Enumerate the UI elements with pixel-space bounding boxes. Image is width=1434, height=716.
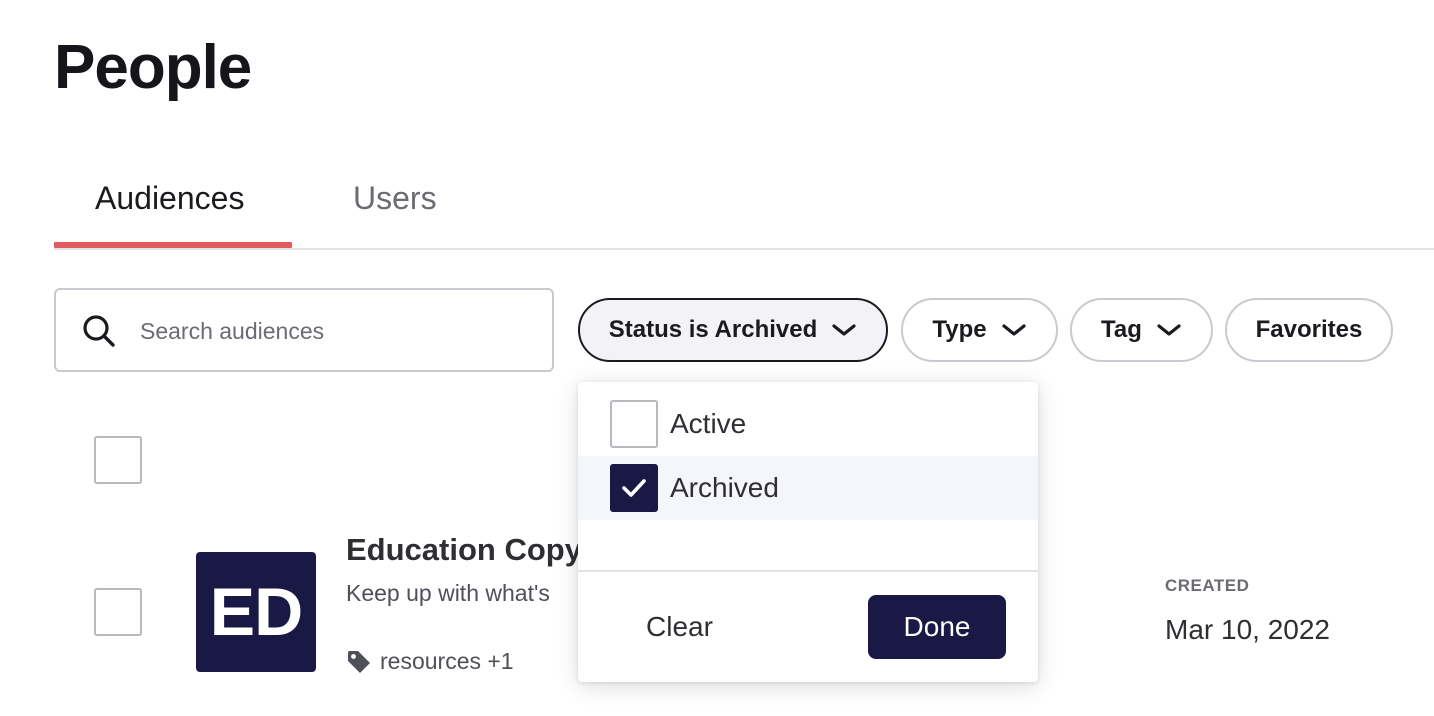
- status-option-label: Archived: [670, 472, 779, 503]
- select-all-checkbox[interactable]: [94, 436, 142, 484]
- tab-bar: Audiences Users: [54, 170, 1434, 250]
- dropdown-divider: [578, 570, 1038, 572]
- checkmark-icon: [622, 479, 646, 497]
- search-input[interactable]: [140, 312, 530, 350]
- type-filter-button[interactable]: Type: [901, 298, 1058, 362]
- status-option-active[interactable]: Active: [578, 392, 1038, 456]
- chevron-down-icon: [1157, 324, 1181, 336]
- search-box[interactable]: [54, 288, 554, 372]
- audience-tags: resources +1: [346, 648, 514, 675]
- audience-avatar: ED: [196, 552, 316, 672]
- favorites-filter-button[interactable]: Favorites: [1225, 298, 1393, 362]
- tab-users[interactable]: Users: [353, 180, 437, 217]
- status-option-archived[interactable]: Archived: [578, 456, 1038, 520]
- audience-description: Keep up with what's: [346, 580, 550, 606]
- page-title: People: [54, 33, 252, 102]
- active-checkbox[interactable]: [610, 400, 658, 448]
- search-icon: [82, 314, 116, 348]
- favorites-filter-label: Favorites: [1255, 316, 1363, 343]
- status-filter-label: Status is Archived: [608, 316, 818, 343]
- type-filter-label: Type: [932, 316, 987, 343]
- audience-tags-text: resources +1: [380, 648, 514, 674]
- archived-checkbox[interactable]: [610, 464, 658, 512]
- clear-button[interactable]: Clear: [626, 596, 733, 658]
- created-label: CREATED: [1165, 576, 1250, 595]
- created-date: Mar 10, 2022: [1165, 614, 1330, 645]
- tab-audiences[interactable]: Audiences: [95, 180, 244, 217]
- status-filter-dropdown: Active Archived Clear Done: [578, 382, 1038, 682]
- row-checkbox[interactable]: [94, 588, 142, 636]
- tag-filter-label: Tag: [1101, 316, 1142, 343]
- audience-title[interactable]: Education Copy: [346, 532, 582, 568]
- active-tab-indicator: [54, 242, 292, 248]
- chevron-down-icon: [1002, 324, 1026, 336]
- tag-filter-button[interactable]: Tag: [1070, 298, 1213, 362]
- tag-icon: [348, 650, 370, 673]
- chevron-down-icon: [832, 324, 856, 336]
- done-button[interactable]: Done: [868, 595, 1006, 659]
- status-filter-button[interactable]: Status is Archived: [578, 298, 888, 362]
- status-option-label: Active: [670, 408, 747, 439]
